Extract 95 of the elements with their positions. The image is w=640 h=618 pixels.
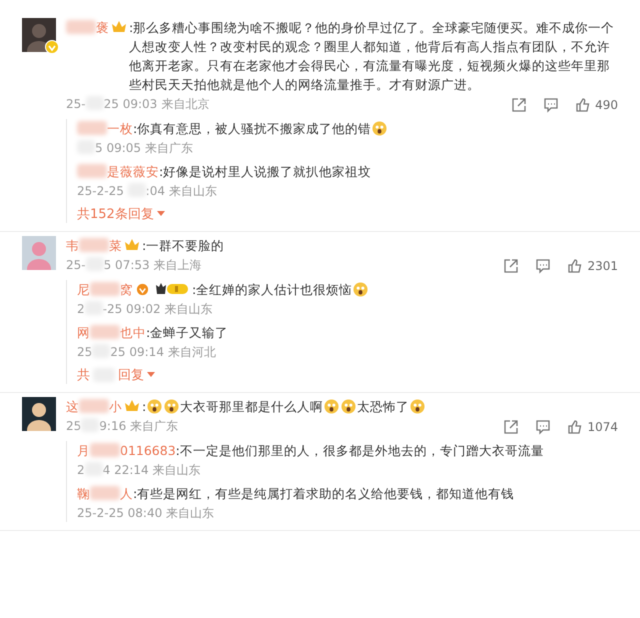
timestamp: 2	[77, 463, 85, 477]
comment-text: :全红婵的家人估计也很烦恼	[192, 282, 352, 297]
like-button[interactable]: 2301	[567, 258, 618, 274]
redaction-patch	[90, 443, 120, 457]
location: 来自山东	[164, 301, 213, 318]
share-icon	[503, 258, 520, 274]
redaction-patch	[90, 325, 120, 339]
user-name[interactable]: 0116683	[120, 443, 176, 458]
user-name[interactable]: 也中	[120, 325, 146, 340]
like-button[interactable]: 490	[575, 96, 618, 112]
emoji-icon	[410, 399, 426, 414]
timestamp: 25 09:14	[110, 345, 164, 359]
timestamp: 25-	[66, 258, 86, 272]
user-name[interactable]: 网	[77, 325, 90, 340]
like-icon	[567, 418, 584, 434]
timestamp: 5 09:05	[95, 141, 142, 155]
emoji-icon	[164, 399, 180, 414]
avatar[interactable]	[22, 397, 56, 431]
timestamp: 9:16	[99, 419, 126, 433]
emoji-icon	[372, 121, 388, 136]
share-button[interactable]	[503, 418, 520, 434]
reply-count-text: 共152条回复	[77, 206, 154, 223]
timestamp: 25-2-25 08:40	[77, 506, 162, 520]
redaction-patch	[66, 20, 96, 34]
location: 来自广东	[145, 140, 194, 157]
location: 来自广东	[130, 418, 178, 435]
reply-count-text: 共	[77, 367, 90, 384]
share-icon	[511, 96, 528, 112]
redaction-patch	[79, 399, 109, 413]
verified-icon	[45, 40, 59, 54]
avatar[interactable]	[22, 18, 56, 52]
timestamp: -25 09:02	[102, 302, 161, 316]
comment-icon	[535, 258, 552, 274]
emoji-icon	[341, 399, 356, 414]
comment-text: 太恐怖了	[357, 399, 410, 414]
redaction-patch	[77, 121, 107, 135]
more-replies-link[interactable]: 共152条回复	[77, 205, 165, 223]
like-button[interactable]: 1074	[567, 418, 618, 434]
comment-button[interactable]	[535, 418, 552, 434]
timestamp: 25-2-25	[77, 184, 125, 198]
comment-text: :有些是网红，有些是纯属打着求助的名义给他要钱，都知道他有钱	[133, 486, 514, 501]
location: 来自山东	[166, 505, 214, 522]
comment-text: :一群不要脸的	[142, 238, 224, 253]
location: 来自河北	[168, 344, 216, 361]
comment-text: :你真有意思，被人骚扰不搬家成了他的错	[133, 121, 372, 136]
comment-text: :不一定是他们那里的人，很多都是外地去的，专门蹭大衣哥流量	[176, 443, 544, 458]
user-name[interactable]: 窝	[120, 282, 133, 297]
user-name[interactable]: 尼	[77, 282, 90, 297]
timestamp: :04	[146, 184, 165, 198]
share-button[interactable]	[503, 258, 520, 274]
redaction-patch	[90, 486, 120, 500]
emoji-icon	[147, 399, 162, 414]
comment-button[interactable]	[543, 96, 560, 112]
timestamp: 25	[66, 419, 82, 433]
share-button[interactable]	[511, 96, 528, 112]
user-name[interactable]: 褒	[96, 20, 109, 35]
user-name[interactable]: 月	[77, 443, 90, 458]
comment-button[interactable]	[535, 258, 552, 274]
comment-text: :	[142, 399, 146, 414]
timestamp: 5 07:53	[104, 258, 150, 272]
user-name[interactable]: 一枚	[107, 121, 133, 136]
emoji-icon	[353, 282, 368, 297]
comment-text: 大衣哥那里都是什么人啊	[180, 399, 324, 414]
redaction-patch	[90, 282, 120, 296]
user-name[interactable]: 这	[66, 399, 79, 414]
share-icon	[503, 418, 520, 434]
user-name[interactable]: 鞠	[77, 486, 90, 501]
more-replies-link[interactable]: 共 回复	[77, 366, 155, 384]
caret-icon	[147, 372, 155, 378]
timestamp: 25 09:03	[104, 97, 158, 111]
timestamp: 4 22:14	[102, 463, 149, 477]
reply-count-text: 回复	[118, 367, 144, 384]
caret-icon	[156, 211, 165, 217]
emoji-icon	[324, 399, 340, 414]
timestamp: 25-	[66, 97, 86, 111]
user-name[interactable]: 韦	[66, 238, 79, 253]
like-icon	[575, 96, 592, 112]
like-icon	[567, 258, 584, 274]
comment-text: :好像是说村里人说搬了就扒他家祖坟	[159, 164, 372, 179]
redaction-patch	[77, 164, 107, 178]
user-name[interactable]: 菜	[109, 238, 122, 253]
user-name[interactable]: 是薇薇安	[107, 164, 159, 179]
timestamp: 25	[77, 345, 92, 359]
comment-icon	[543, 96, 560, 112]
redaction-patch	[79, 238, 109, 252]
comment-icon	[535, 418, 552, 434]
comment-text: :那么多糟心事围绕为啥不搬呢？他的身价早过亿了。全球豪宅随便买。难不成你一个人想改变人性？改变村民的观念？圈里人都知道，他背后有高人指点有团队，不允许他离开老家。只有在老家他才会得民心，有流量有曝光度，短视频火爆的这些年里那些村民天天拍他就是他个人的网络流量推手。才有财源广进。	[129, 20, 614, 92]
user-name[interactable]: 小	[109, 399, 122, 414]
comment-text: :金蝉子又输了	[146, 325, 228, 340]
location: 来自上海	[154, 257, 202, 274]
user-name[interactable]: 人	[120, 486, 133, 501]
timestamp: 2	[77, 302, 85, 316]
location: 来自山东	[168, 183, 217, 200]
location: 来自北京	[161, 96, 210, 113]
location: 来自山东	[152, 462, 201, 479]
